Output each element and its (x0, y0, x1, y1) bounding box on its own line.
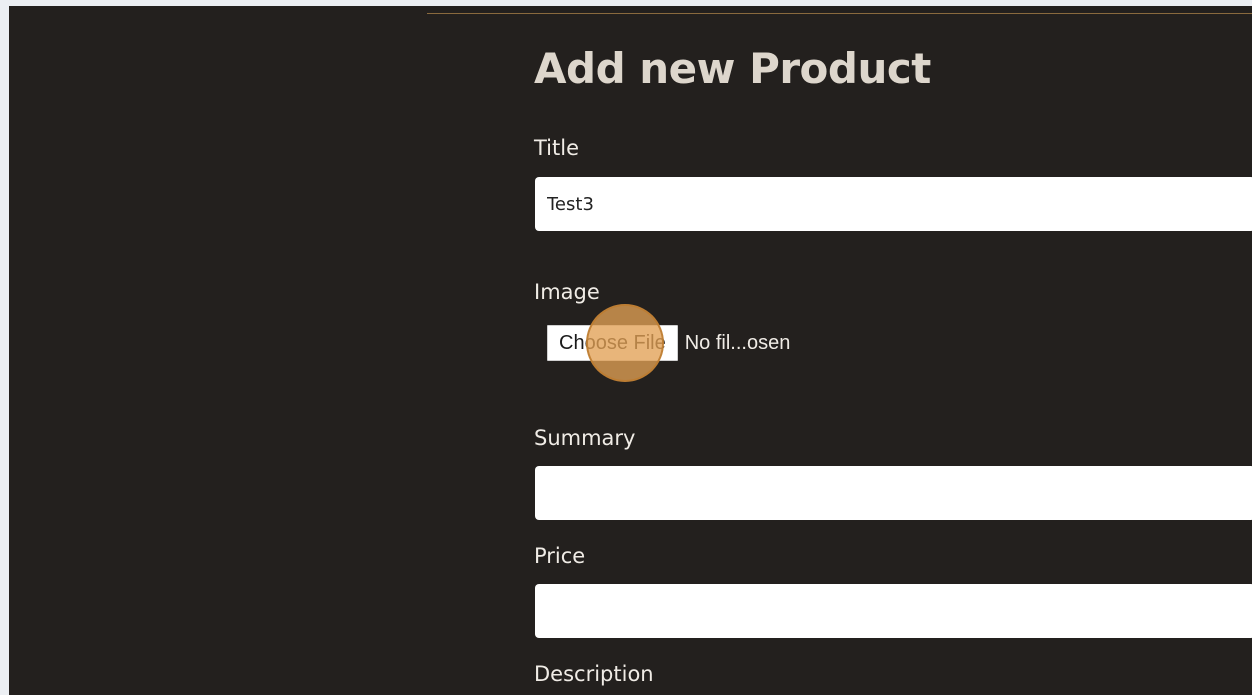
description-label: Description (534, 662, 654, 686)
price-input[interactable] (535, 584, 1252, 638)
summary-label: Summary (534, 426, 636, 450)
page-title: Add new Product (534, 44, 931, 93)
title-input[interactable] (535, 177, 1252, 231)
image-label: Image (534, 280, 600, 304)
choose-file-button[interactable]: Choose File (547, 325, 678, 361)
summary-input[interactable] (535, 466, 1252, 520)
price-label: Price (534, 544, 586, 568)
file-status-text: No fil...osen (684, 331, 791, 354)
image-file-picker[interactable]: Choose File No fil...osen (547, 325, 790, 361)
header-divider (427, 13, 1252, 14)
title-label: Title (534, 136, 580, 160)
